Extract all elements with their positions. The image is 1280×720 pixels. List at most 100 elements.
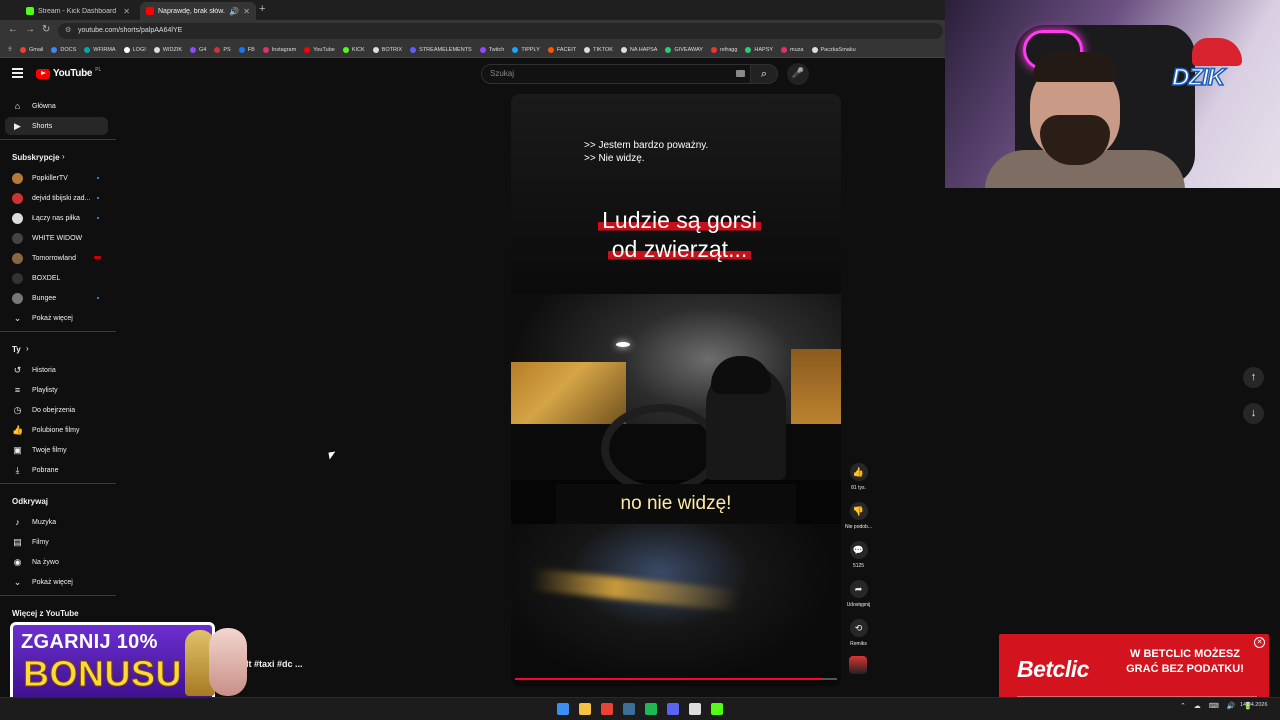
kick-icon[interactable] xyxy=(711,703,723,715)
bookmark-item[interactable]: refragg xyxy=(707,46,741,53)
keyboard-icon[interactable] xyxy=(736,70,745,77)
search-button[interactable]: ⌕ xyxy=(751,64,778,84)
sidebar-item[interactable]: ▣ Twoje filmy xyxy=(5,441,108,459)
short-player[interactable]: >> Jestem bardzo poważny. >> Nie widzę. … xyxy=(511,94,841,686)
bookmark-favicon-icon xyxy=(84,46,91,53)
bookmark-item[interactable]: FB xyxy=(235,46,259,53)
speaker-icon[interactable]: 🔊 xyxy=(229,7,239,16)
sidebar-item[interactable]: 👍 Polubione filmy xyxy=(5,421,108,439)
bookmark-favicon-icon xyxy=(262,46,269,53)
tab-kick-dashboard[interactable]: Stream - Kick Dashboard ✕ xyxy=(20,2,136,20)
bookmark-item[interactable]: LOGI xyxy=(120,46,150,53)
bookmark-item[interactable]: Gmail xyxy=(16,46,47,53)
youtube-favicon-icon xyxy=(146,7,154,15)
steam-icon[interactable] xyxy=(623,703,635,715)
hamburger-menu-icon[interactable] xyxy=(12,68,23,78)
spotify-icon[interactable] xyxy=(645,703,657,715)
new-tab-button[interactable]: + xyxy=(259,3,265,15)
discord-icon[interactable] xyxy=(667,703,679,715)
sidebar-item[interactable]: ◉ Na żywo xyxy=(5,553,108,571)
sidebar-item[interactable]: Bungee xyxy=(5,289,108,307)
next-short-button[interactable]: ↓ xyxy=(1243,403,1264,424)
obs-icon[interactable] xyxy=(689,703,701,715)
comments-button[interactable]: 💬 5125 xyxy=(842,541,875,569)
bookmark-item[interactable]: WFIRMA xyxy=(80,46,119,53)
subscriptions-header[interactable]: Subskrypcje xyxy=(12,153,60,162)
bookmark-item[interactable]: KICK xyxy=(339,46,369,53)
bookmark-item[interactable]: TIPPLY xyxy=(508,46,544,53)
url-field[interactable]: ⚙ youtube.com/shorts/palpAA64lYE xyxy=(58,23,943,39)
close-icon[interactable]: ✕ xyxy=(243,7,250,16)
reload-icon[interactable]: ↻ xyxy=(42,24,50,35)
progress-bar[interactable] xyxy=(515,678,837,680)
bookmark-item[interactable]: GIVEAWAY xyxy=(661,46,707,53)
previous-short-button[interactable]: ↑ xyxy=(1243,367,1264,388)
sidebar-item[interactable]: ⌄ Pokaż więcej xyxy=(5,573,108,591)
bookmark-item[interactable]: muza xyxy=(777,46,807,53)
bookmark-item[interactable]: YouTube xyxy=(300,46,339,53)
sidebar-item[interactable]: ♪ Muzyka xyxy=(5,513,108,531)
bookmark-item[interactable]: PaczkaSmaku xyxy=(808,46,860,53)
bookmark-item[interactable]: PS xyxy=(210,46,234,53)
sidebar-item[interactable]: Łączy nas piłka xyxy=(5,209,108,227)
bookmark-label: HAPSY xyxy=(754,46,774,53)
explore-header[interactable]: Odkrywaj xyxy=(12,497,48,506)
back-icon[interactable]: ← xyxy=(8,24,18,35)
youtube-logo[interactable]: YouTube PL xyxy=(36,67,101,79)
chrome-icon[interactable] xyxy=(601,703,613,715)
sidebar-item[interactable]: dejvid tibijski zad... xyxy=(5,189,108,207)
dislike-button[interactable]: 👎 Nie podob... xyxy=(842,502,875,530)
bookmark-item[interactable]: WIDZIK xyxy=(150,46,186,53)
explorer-icon[interactable] xyxy=(579,703,591,715)
channel-avatar xyxy=(12,192,23,204)
tab-label: Stream - Kick Dashboard xyxy=(38,7,117,15)
sidebar-item[interactable]: ▤ Filmy xyxy=(5,533,108,551)
sidebar-item[interactable]: PopkillerTV xyxy=(5,169,108,187)
voice-search-button[interactable]: 🎤 xyxy=(787,63,809,85)
sidebar-item[interactable]: ◷ Do obejrzenia xyxy=(5,401,108,419)
bookmark-item[interactable]: FACEIT xyxy=(544,46,580,53)
apps-grid-icon[interactable]: ⠿ xyxy=(4,47,16,53)
start-icon[interactable] xyxy=(557,703,569,715)
channel-avatar[interactable] xyxy=(849,656,867,674)
bookmark-item[interactable]: HAPSY xyxy=(741,46,777,53)
sidebar-item[interactable]: ▶ Shorts xyxy=(5,117,108,135)
bookmark-item[interactable]: STREAMELEMENTS xyxy=(406,46,476,53)
sidebar-item-label: PopkillerTV xyxy=(32,174,68,182)
remix-button[interactable]: ⟲ Remiks xyxy=(842,619,875,647)
close-icon[interactable]: ✕ xyxy=(123,7,130,16)
like-button[interactable]: 👍 81 tys. xyxy=(842,463,875,491)
forward-icon[interactable]: → xyxy=(25,24,35,35)
taskbar-clock[interactable]: 14.04.2026 xyxy=(1240,701,1268,709)
sidebar-item[interactable]: WHITE WIDOW xyxy=(5,229,108,247)
bookmark-item[interactable]: BOTRIX xyxy=(369,46,406,53)
bookmark-item[interactable]: DOCS xyxy=(47,46,80,53)
tab-youtube-short[interactable]: Naprawdę, brak słów... #u 🔊 ✕ xyxy=(140,2,256,20)
more-from-youtube-header[interactable]: Więcej z YouTube xyxy=(12,609,79,618)
channel-avatar xyxy=(12,212,23,224)
bonus-line2: BONUSU xyxy=(22,653,183,695)
arrow-down-icon: ↓ xyxy=(1250,407,1257,419)
sidebar-item[interactable]: ≡ Playlisty xyxy=(5,381,108,399)
bookmark-item[interactable]: Instagram xyxy=(259,46,300,53)
bookmark-item[interactable]: TIKTOK xyxy=(580,46,617,53)
sidebar-item[interactable]: Tomorrowland xyxy=(5,249,108,267)
betclic-message: W BETCLIC MOŻESZ GRAĆ BEZ PODATKU! xyxy=(1126,648,1244,675)
bookmark-item[interactable]: NA HAPSA xyxy=(617,46,662,53)
youtube-page: YouTube PL Szukaj ⌕ 🎤 ⌂ Główna ▶ Shorts Subs… xyxy=(0,59,945,720)
you-header[interactable]: Ty xyxy=(12,345,21,354)
sidebar-item[interactable]: ⤓ Pobrane xyxy=(5,461,108,479)
share-button[interactable]: ➦ Udostępnij xyxy=(842,580,875,608)
search-input[interactable]: Szukaj xyxy=(481,64,751,84)
comments-label: 5125 xyxy=(852,563,865,569)
bookmark-item[interactable]: Twitch xyxy=(476,46,509,53)
bookmark-favicon-icon xyxy=(512,46,519,53)
bookmark-label: PS xyxy=(223,46,231,53)
site-info-icon[interactable]: ⚙ xyxy=(65,23,71,39)
sidebar-item[interactable]: BOXDEL xyxy=(5,269,108,287)
sidebar-item[interactable]: ⌄ Pokaż więcej xyxy=(5,309,108,327)
bookmark-item[interactable]: G4 xyxy=(186,46,210,53)
sidebar-item[interactable]: ↺ Historia xyxy=(5,361,108,379)
bookmark-label: G4 xyxy=(199,46,207,53)
sidebar-item[interactable]: ⌂ Główna xyxy=(5,97,108,115)
